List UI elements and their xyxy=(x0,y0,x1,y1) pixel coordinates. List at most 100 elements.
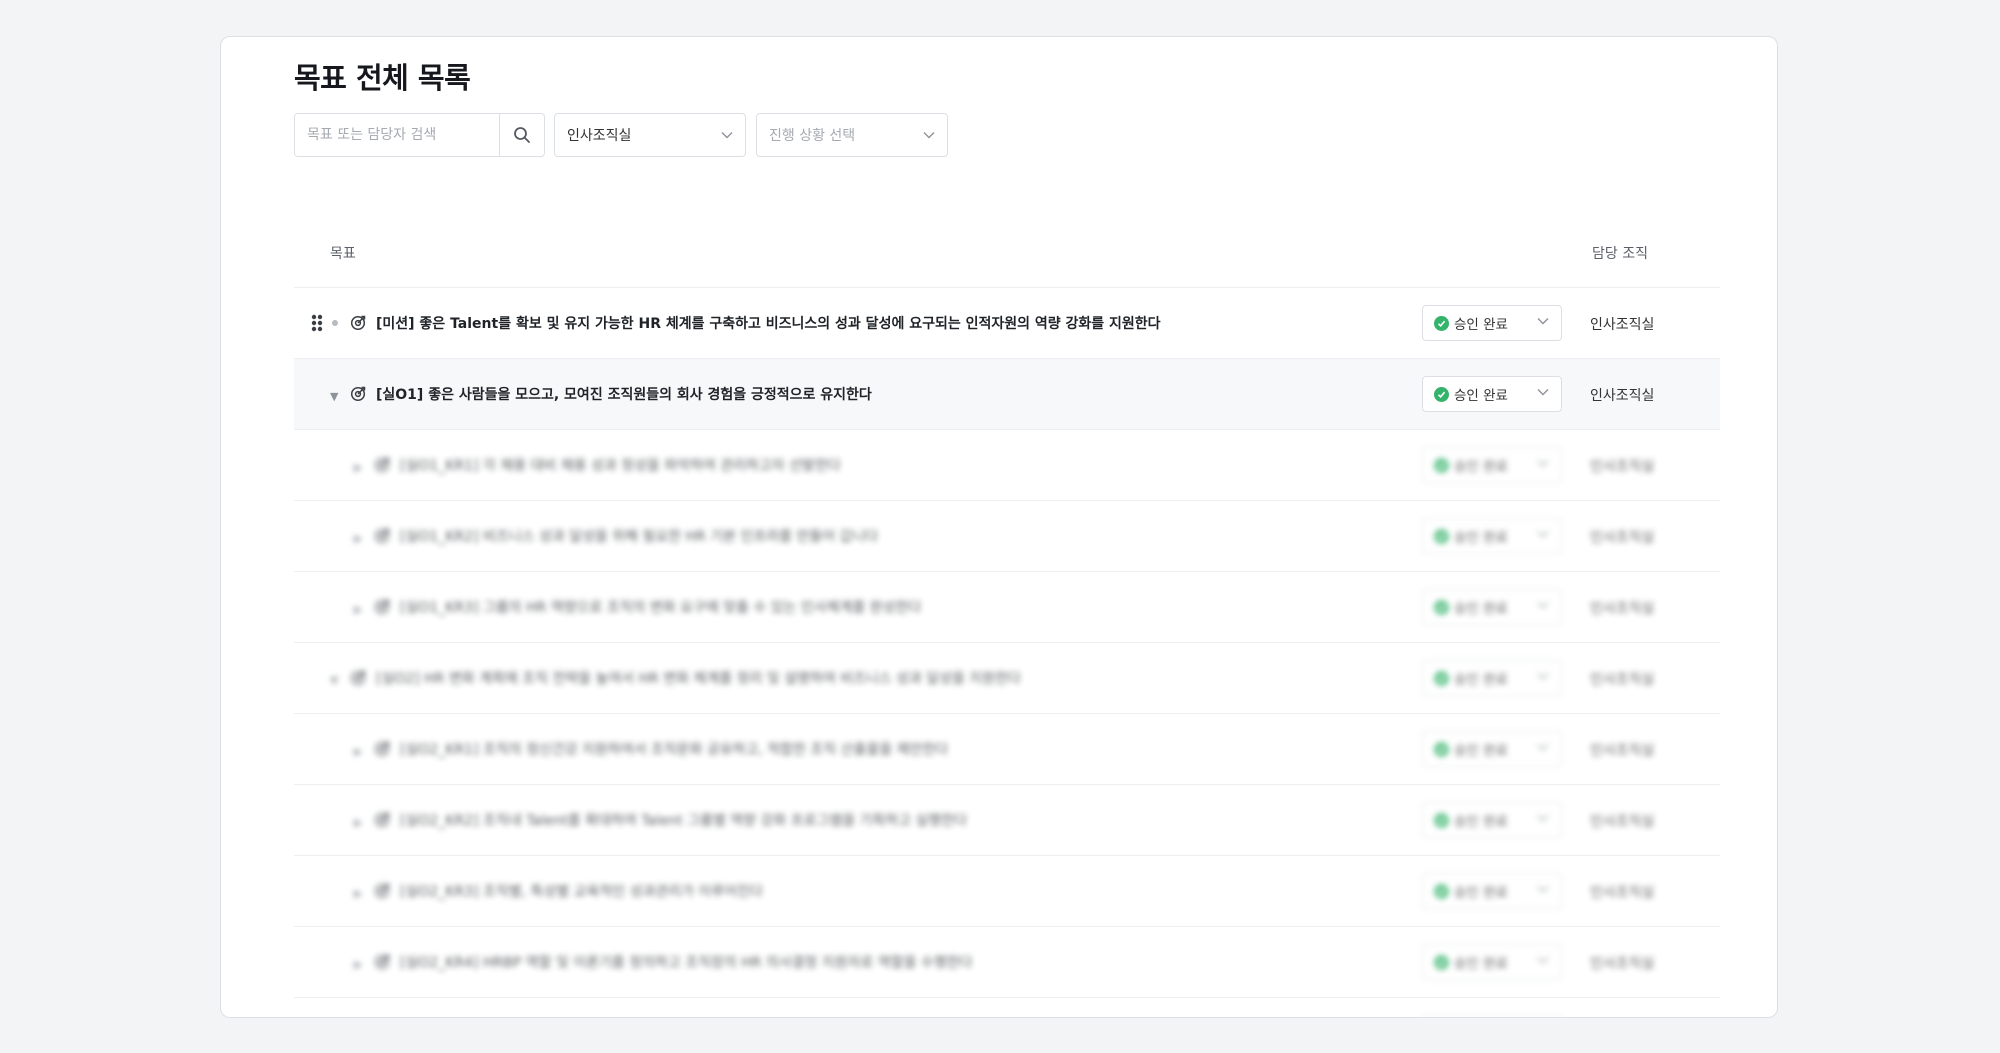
collapse-caret-icon[interactable]: ▶ xyxy=(354,958,362,971)
page-title: 목표 전체 목록 xyxy=(294,61,471,95)
status-dropdown[interactable]: 승인 완료 xyxy=(1422,873,1562,909)
org-select[interactable]: 인사조직실 xyxy=(554,113,746,157)
status-dropdown[interactable]: 승인 완료 xyxy=(1422,589,1562,625)
status-label: 승인 완료 xyxy=(1454,601,1508,617)
goal-title[interactable]: [실O1_KR3] 그룹의 HR 역량으로 조직의 변화 요구에 맞출 수 있는… xyxy=(400,597,921,617)
column-header-goal: 목표 xyxy=(330,246,356,262)
collapse-caret-icon[interactable]: ▶ xyxy=(354,887,362,900)
status-label: 승인 완료 xyxy=(1454,885,1508,901)
chevron-down-icon xyxy=(1537,602,1549,609)
table-row[interactable]: ▶ [실O2_KR4] HRBP 역할 및 이론기를 정의하고 조직장의 HR 의… xyxy=(294,927,1720,998)
status-dropdown[interactable]: 승인 완료 xyxy=(1422,802,1562,838)
check-circle-icon xyxy=(1434,386,1449,402)
chevron-down-icon xyxy=(1537,318,1549,325)
check-circle-icon xyxy=(1434,741,1449,757)
goal-title[interactable]: [실O2_KR4] HRBP 역할 및 이론기를 정의하고 조직장의 HR 의사… xyxy=(400,952,972,972)
table-row[interactable]: ▼[실O3] 경쟁력 유지를 위하여 안정적인 HR 서비스를 제공하고 관리하… xyxy=(294,998,1720,1017)
target-icon xyxy=(374,883,390,899)
check-circle-icon xyxy=(1434,883,1449,899)
status-dropdown[interactable]: 승인 완료 xyxy=(1422,376,1562,412)
table-row[interactable]: ▶ [실O1_KR3] 그룹의 HR 역량으로 조직의 변화 요구에 맞출 수 있… xyxy=(294,572,1720,643)
target-icon xyxy=(374,812,390,828)
status-label: 승인 완료 xyxy=(1454,317,1508,333)
status-select[interactable]: 진행 상황 선택 xyxy=(756,113,948,157)
search-icon xyxy=(514,127,530,143)
table-row[interactable]: ▶ [실O2_KR1] 조직의 정신건강 지원하여서 조직문화 공유하고, 적합한… xyxy=(294,714,1720,785)
table-row[interactable]: ▶ [실O2_KR2] 조직내 Talent를 확대하여 Talent 그룹별 역… xyxy=(294,785,1720,856)
status-dropdown[interactable]: 승인 완료 xyxy=(1422,447,1562,483)
goal-title[interactable]: [실O2_KR2] 조직내 Talent를 확대하여 Talent 그룹별 역량… xyxy=(400,810,967,830)
goal-title[interactable]: [실O1_KR2] 비즈니스 성과 달성을 위해 필요한 HR 기본 인프라를 … xyxy=(400,526,878,546)
table-row[interactable]: ▶ [실O2_KR3] 조직별, 특성별 교육적인 성과관리가 이루어진다 승인 완… xyxy=(294,856,1720,927)
org-select-value: 인사조직실 xyxy=(567,128,632,144)
target-icon xyxy=(374,528,390,544)
chevron-down-icon xyxy=(1537,389,1549,396)
table-row[interactable]: [미션] 좋은 Talent를 확보 및 유지 가능한 HR 체계를 구축하고 … xyxy=(294,288,1720,359)
owner-org: 인사조직실 xyxy=(1590,743,1655,759)
filter-toolbar: 인사조직실 진행 상황 선택 xyxy=(294,113,948,157)
goal-title[interactable]: [실O2_KR1] 조직의 정신건강 지원하여서 조직문화 공유하고, 적합한 … xyxy=(400,739,948,759)
status-label: 승인 완료 xyxy=(1454,459,1508,475)
chevron-down-icon xyxy=(721,132,733,139)
check-circle-icon xyxy=(1434,670,1449,686)
goal-title[interactable]: [실O1_KR1] 각 채용 대비 채용 성과 정성을 파악하여 관리하고자 선… xyxy=(400,455,841,475)
owner-org: 인사조직실 xyxy=(1590,317,1655,333)
check-circle-icon xyxy=(1434,528,1449,544)
expand-caret-icon[interactable]: ▼ xyxy=(330,674,338,687)
search-input[interactable] xyxy=(295,114,499,156)
chevron-down-icon xyxy=(923,132,935,139)
status-label: 승인 완료 xyxy=(1454,530,1508,546)
status-dropdown[interactable]: 승인 완료 xyxy=(1422,1015,1562,1017)
owner-org: 인사조직실 xyxy=(1590,956,1655,972)
status-dropdown[interactable]: 승인 완료 xyxy=(1422,731,1562,767)
check-circle-icon xyxy=(1434,315,1449,331)
target-icon xyxy=(374,954,390,970)
check-circle-icon xyxy=(1434,599,1449,615)
drag-handle-icon[interactable] xyxy=(311,314,323,332)
owner-org: 인사조직실 xyxy=(1590,530,1655,546)
goal-list-card: 목표 전체 목록 인사조직실 진행 상황 선택 목표 xyxy=(220,36,1778,1018)
table-row[interactable]: ▶ [실O1_KR1] 각 채용 대비 채용 성과 정성을 파악하여 관리하고자 … xyxy=(294,430,1720,501)
owner-org: 인사조직실 xyxy=(1590,388,1655,404)
chevron-down-icon xyxy=(1537,957,1549,964)
owner-org: 인사조직실 xyxy=(1590,601,1655,617)
status-dropdown[interactable]: 승인 완료 xyxy=(1422,944,1562,980)
chevron-down-icon xyxy=(1537,531,1549,538)
table-header: 목표 담당 조직 xyxy=(294,197,1720,288)
collapse-caret-icon[interactable]: ▶ xyxy=(354,745,362,758)
status-label: 승인 완료 xyxy=(1454,672,1508,688)
collapse-caret-icon[interactable]: ▶ xyxy=(354,603,362,616)
goal-title[interactable]: [미션] 좋은 Talent를 확보 및 유지 가능한 HR 체계를 구축하고 … xyxy=(376,313,1161,333)
goal-title[interactable]: [실O2] HR 변화 계획에 조직 전략을 높여서 HR 변화 체계를 정리 … xyxy=(376,668,1021,688)
expand-caret-icon[interactable]: ▼ xyxy=(330,390,338,403)
owner-org: 인사조직실 xyxy=(1590,814,1655,830)
status-dropdown[interactable]: 승인 완료 xyxy=(1422,305,1562,341)
check-circle-icon xyxy=(1434,954,1449,970)
status-dropdown[interactable]: 승인 완료 xyxy=(1422,660,1562,696)
goal-title[interactable]: [실O2_KR3] 조직별, 특성별 교육적인 성과관리가 이루어진다 xyxy=(400,881,763,901)
status-dropdown[interactable]: 승인 완료 xyxy=(1422,518,1562,554)
chevron-down-icon xyxy=(1537,673,1549,680)
target-icon xyxy=(350,386,366,402)
chevron-down-icon xyxy=(1537,886,1549,893)
check-circle-icon xyxy=(1434,812,1449,828)
search-box xyxy=(294,113,545,157)
table-row[interactable]: ▶ [실O1_KR2] 비즈니스 성과 달성을 위해 필요한 HR 기본 인프라를… xyxy=(294,501,1720,572)
status-label: 승인 완료 xyxy=(1454,814,1508,830)
target-icon xyxy=(374,741,390,757)
search-button[interactable] xyxy=(499,114,544,156)
goal-table: 목표 담당 조직 [미션] 좋은 Talent를 확보 및 유지 가능한 HR … xyxy=(294,197,1720,1017)
table-body: [미션] 좋은 Talent를 확보 및 유지 가능한 HR 체계를 구축하고 … xyxy=(294,288,1720,1017)
collapse-caret-icon[interactable]: ▶ xyxy=(354,461,362,474)
table-row[interactable]: ▼ [실O2] HR 변화 계획에 조직 전략을 높여서 HR 변화 체계를 정리… xyxy=(294,643,1720,714)
collapse-caret-icon[interactable]: ▶ xyxy=(354,816,362,829)
check-circle-icon xyxy=(1434,457,1449,473)
target-icon xyxy=(350,315,366,331)
owner-org: 인사조직실 xyxy=(1590,672,1655,688)
chevron-down-icon xyxy=(1537,744,1549,751)
collapse-caret-icon[interactable]: ▶ xyxy=(354,532,362,545)
chevron-down-icon xyxy=(1537,460,1549,467)
table-row[interactable]: ▼ [실O1] 좋은 사람들을 모으고, 모여진 조직원들의 회사 경험을 긍정적… xyxy=(294,359,1720,430)
goal-title[interactable]: [실O1] 좋은 사람들을 모으고, 모여진 조직원들의 회사 경험을 긍정적으… xyxy=(376,384,872,404)
bullet-dot-icon xyxy=(332,320,338,326)
